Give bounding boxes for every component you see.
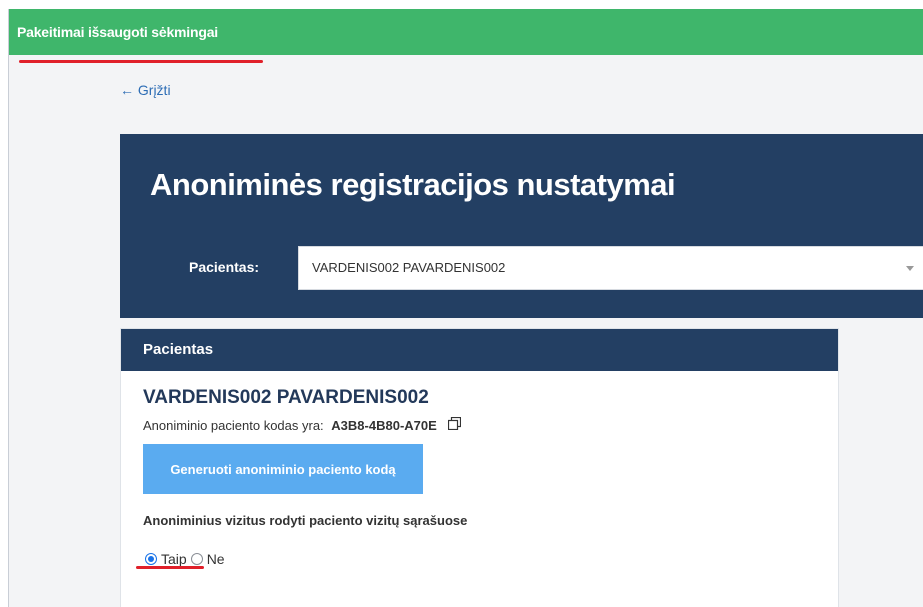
anonymous-code-label: Anoniminio paciento kodas yra: (143, 418, 324, 433)
settings-header-panel: Anoniminės registracijos nustatymai Paci… (120, 134, 923, 318)
generate-code-button[interactable]: Generuoti anoniminio paciento kodą (143, 444, 423, 494)
annotation-underline-radio (136, 566, 204, 569)
page-frame: Pakeitimai išsaugoti sėkmingai ← Grįžti … (8, 9, 923, 607)
back-link[interactable]: ← Grįžti (120, 82, 171, 98)
page-title: Anoniminės registracijos nustatymai (150, 167, 676, 202)
chevron-down-icon (906, 266, 914, 271)
visits-radio-group: Taip Ne (145, 551, 229, 567)
radio-ne[interactable] (190, 553, 203, 565)
patient-select-label: Pacientas: (189, 259, 260, 275)
patient-select[interactable]: VARDENIS002 PAVARDENIS002 (298, 246, 923, 290)
visits-question-label: Anoniminius vizitus rodyti paciento vizi… (143, 513, 468, 528)
copy-icon[interactable] (448, 416, 462, 433)
patient-name: VARDENIS002 PAVARDENIS002 (143, 387, 429, 408)
radio-taip[interactable] (145, 553, 157, 565)
patient-select-value: VARDENIS002 PAVARDENIS002 (312, 260, 506, 275)
patient-card: Pacientas VARDENIS002 PAVARDENIS002 Anon… (120, 328, 839, 607)
radio-ne-label[interactable]: Ne (207, 551, 225, 567)
success-message: Pakeitimai išsaugoti sėkmingai (17, 24, 218, 40)
radio-taip-label[interactable]: Taip (161, 551, 187, 567)
annotation-underline-banner (19, 60, 263, 63)
patient-card-header: Pacientas (121, 329, 838, 371)
success-banner: Pakeitimai išsaugoti sėkmingai (9, 9, 923, 55)
anonymous-code-value: A3B8-4B80-A70E (331, 418, 437, 433)
anonymous-code-line: Anoniminio paciento kodas yra: A3B8-4B80… (143, 416, 462, 433)
